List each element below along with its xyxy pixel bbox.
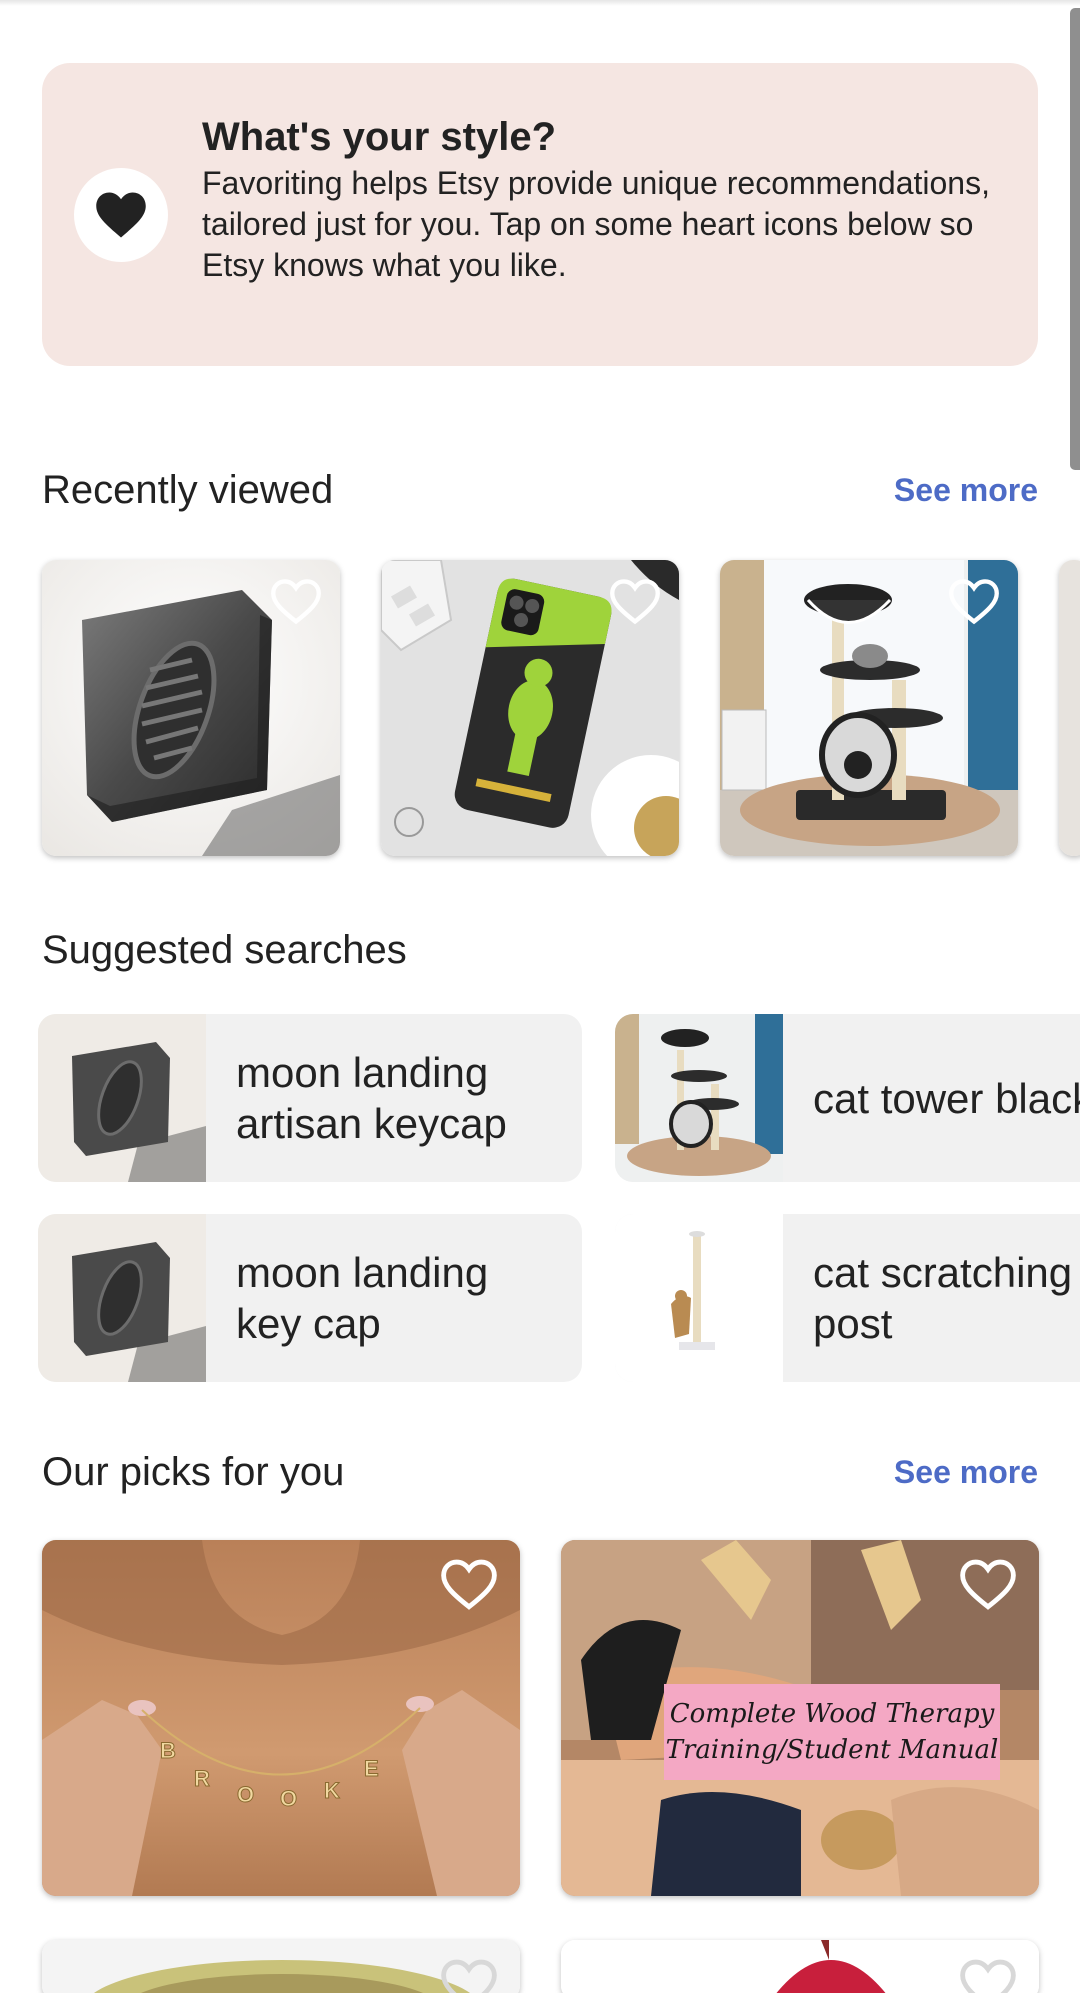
pick-item-partial[interactable] [42,1940,520,1993]
svg-text:O: O [237,1782,254,1807]
banner-body: Favoriting helps Etsy provide unique rec… [202,165,990,283]
pick-item-partial[interactable] [561,1940,1039,1993]
suggested-search-chip[interactable]: moon landing key cap [38,1214,582,1382]
wood-therapy-label: Complete Wood Therapy Training/Student M… [664,1684,1000,1780]
heart-icon [96,192,146,238]
keycap-thumbnail [38,1214,206,1382]
cat-tower-thumbnail [615,1014,783,1182]
pick-item-necklace[interactable]: BR O O KE [42,1540,520,1896]
heart-outline-icon[interactable] [440,1958,498,1993]
banner-text: What's your style? Favoriting helps Etsy… [202,115,1002,286]
recently-viewed-item-keycap[interactable] [42,560,340,856]
suggested-search-chip[interactable]: cat tower black [615,1014,1080,1182]
heart-outline-icon[interactable] [959,1558,1017,1612]
svg-text:E: E [364,1756,379,1781]
keycap-thumbnail [38,1014,206,1182]
suggested-search-label: moon landing key cap [236,1249,489,1347]
svg-text:O: O [280,1786,297,1811]
heart-outline-icon[interactable] [948,578,1000,626]
our-picks-title: Our picks for you [42,1450,345,1494]
recently-viewed-title: Recently viewed [42,468,334,512]
scratching-post-thumbnail [615,1214,783,1382]
svg-text:K: K [324,1778,340,1803]
recently-viewed-item-partial[interactable] [1059,560,1080,856]
suggested-search-label: moon landing artisan keycap [236,1049,507,1147]
svg-text:R: R [194,1766,210,1791]
banner-title: What's your style? [202,115,557,159]
scrollbar[interactable] [1070,8,1080,470]
suggested-search-chip[interactable]: cat scratching post [615,1214,1080,1382]
heart-outline-icon[interactable] [959,1958,1017,1993]
recently-viewed-item-phone-case[interactable] [381,560,679,856]
top-shadow [0,0,1080,6]
suggested-search-chip[interactable]: moon landing artisan keycap [38,1014,582,1182]
heart-outline-icon[interactable] [609,578,661,626]
svg-text:B: B [160,1738,176,1763]
recently-viewed-see-more-link[interactable]: See more [894,472,1038,509]
recently-viewed-item-cat-tower[interactable] [720,560,1018,856]
suggested-search-label: cat tower black [813,1074,1080,1122]
pick-item-wood-therapy[interactable]: Complete Wood Therapy Training/Student M… [561,1540,1039,1896]
our-picks-see-more-link[interactable]: See more [894,1454,1038,1491]
suggested-search-label: cat scratching post [813,1249,1073,1347]
heart-badge [74,168,168,262]
style-banner: What's your style? Favoriting helps Etsy… [42,63,1038,366]
heart-outline-icon[interactable] [270,578,322,626]
suggested-searches-title: Suggested searches [42,928,407,972]
heart-outline-icon[interactable] [440,1558,498,1612]
